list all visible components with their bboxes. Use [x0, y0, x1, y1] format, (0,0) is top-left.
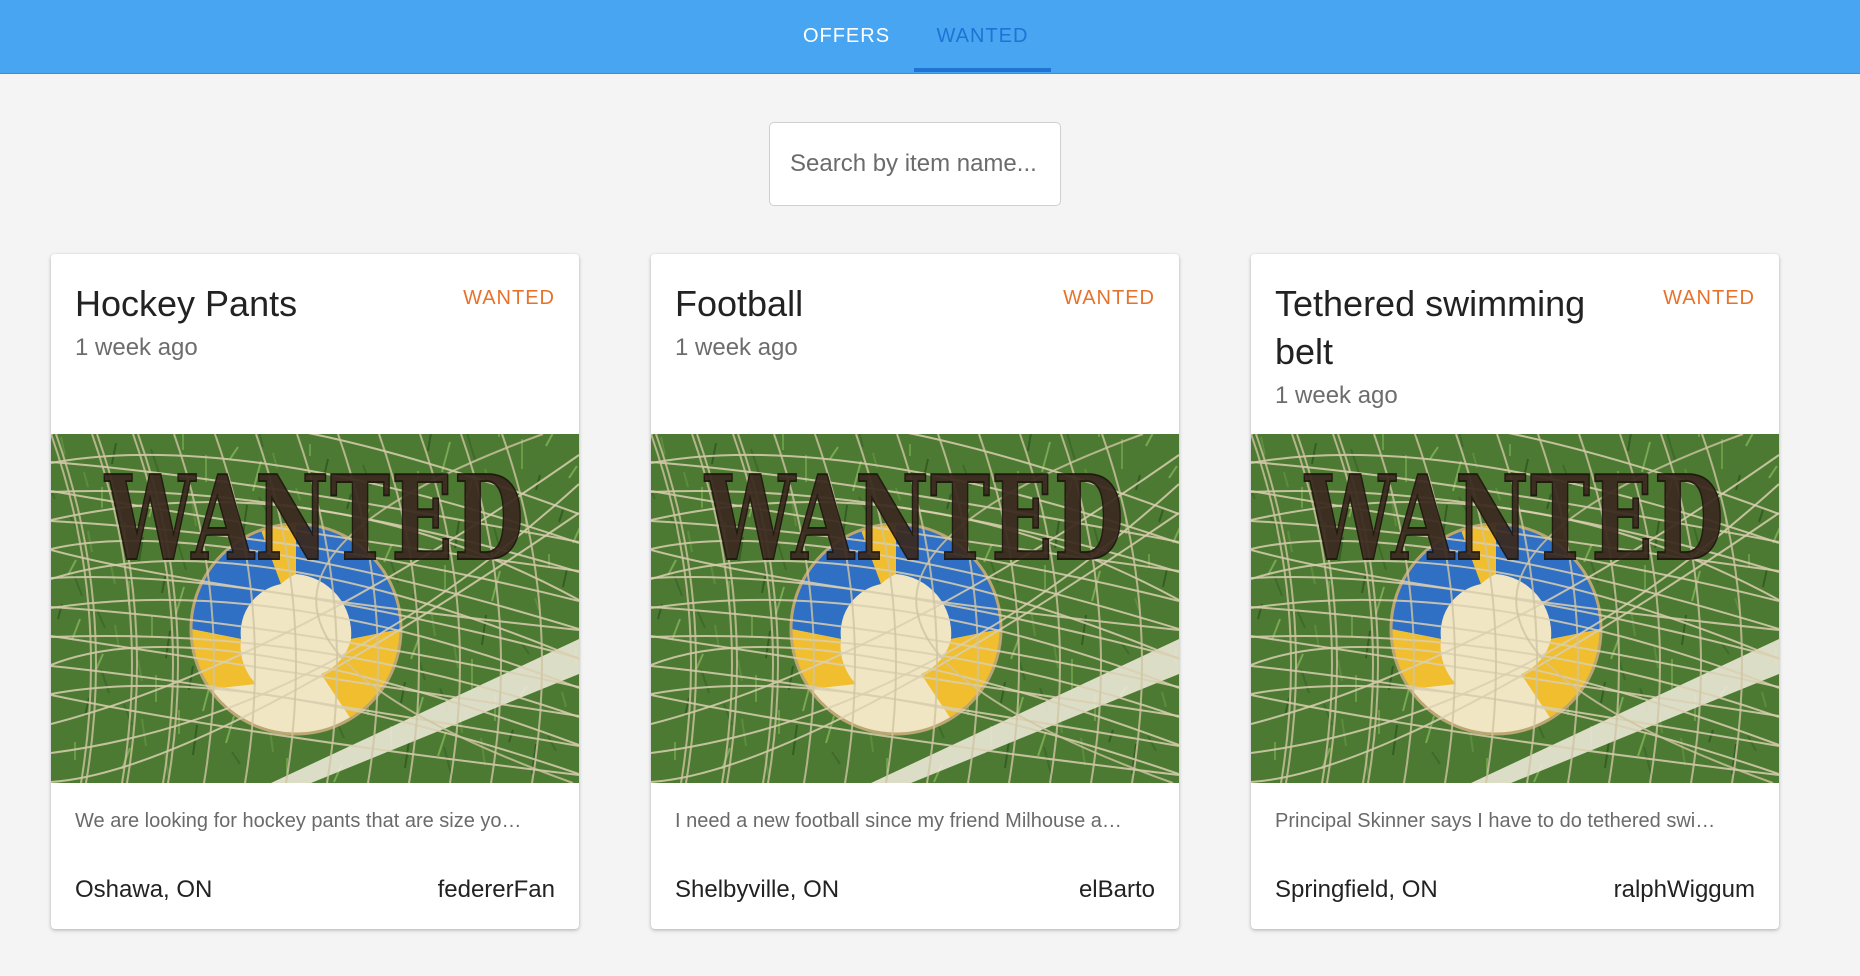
card-timestamp: 1 week ago — [75, 334, 198, 361]
card-title-block: Tethered swimming belt 1 week ago — [1275, 280, 1635, 416]
card-timestamp: 1 week ago — [1275, 382, 1398, 409]
card-title: Hockey Pants — [75, 283, 298, 324]
status-badge: WANTED — [1663, 287, 1755, 309]
top-tab-bar: OFFERS WANTED — [0, 0, 1860, 74]
card-location: Shelbyville, ON — [675, 876, 840, 903]
card-image: WANTED — [51, 434, 579, 783]
wanted-poster-illustration: WANTED — [651, 434, 1179, 783]
card-description: Principal Skinner says I have to do teth… — [1275, 810, 1716, 832]
card-image: WANTED — [1251, 434, 1779, 783]
wanted-overlay-text: WANTED — [704, 451, 1125, 587]
card-location: Springfield, ON — [1275, 876, 1438, 903]
search-input[interactable] — [769, 122, 1061, 206]
card-title-block: Hockey Pants 1 week ago — [75, 280, 435, 368]
tab-offers[interactable]: OFFERS — [790, 0, 903, 73]
wanted-overlay-text: WANTED — [1304, 451, 1725, 587]
card-description: I need a new football since my friend Mi… — [675, 810, 1122, 832]
wanted-poster-illustration: WANTED — [51, 434, 579, 783]
tab-wanted[interactable]: WANTED — [914, 0, 1051, 73]
card-title: Tethered swimming belt — [1275, 283, 1586, 372]
wanted-overlay-text: WANTED — [104, 451, 525, 587]
card-title-block: Football 1 week ago — [675, 280, 1035, 368]
card-title: Football — [675, 283, 804, 324]
listing-card[interactable]: Football 1 week ago WANTED WANTED I need… — [651, 254, 1179, 929]
card-username[interactable]: federerFan — [438, 876, 555, 904]
active-tab-indicator — [914, 68, 1051, 72]
status-badge: WANTED — [1063, 287, 1155, 309]
card-image: WANTED — [651, 434, 1179, 783]
card-username[interactable]: elBarto — [1079, 876, 1155, 904]
card-timestamp: 1 week ago — [675, 334, 798, 361]
listing-card[interactable]: Tethered swimming belt 1 week ago WANTED… — [1251, 254, 1779, 929]
card-location: Oshawa, ON — [75, 876, 213, 903]
status-badge: WANTED — [463, 287, 555, 309]
card-username[interactable]: ralphWiggum — [1614, 876, 1755, 904]
card-description: We are looking for hockey pants that are… — [75, 810, 522, 832]
listing-card[interactable]: Hockey Pants 1 week ago WANTED WANTED We… — [51, 254, 579, 929]
wanted-poster-illustration: WANTED — [1251, 434, 1779, 783]
